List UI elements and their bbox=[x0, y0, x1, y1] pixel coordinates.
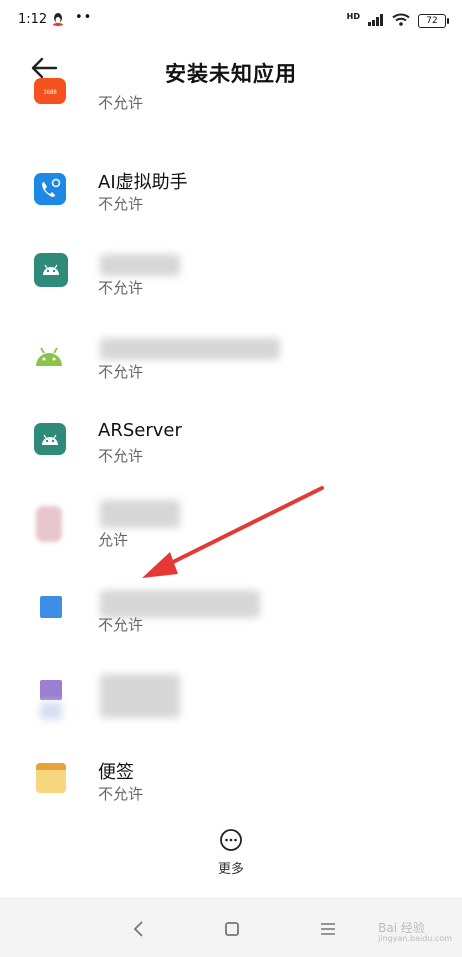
app-status: 不允许 bbox=[98, 447, 144, 465]
hd-icon: HD bbox=[346, 11, 360, 21]
app-row-notes[interactable]: 便签 不允许 bbox=[0, 752, 462, 836]
blurred-app-name bbox=[100, 338, 280, 360]
nav-home-button[interactable] bbox=[220, 917, 244, 941]
app-status: 不允许 bbox=[98, 195, 144, 213]
blurred-app-icon-lower bbox=[40, 702, 62, 720]
status-bar: 1:12 •• HD 72 bbox=[0, 0, 462, 40]
app-status: 不允许 bbox=[98, 616, 144, 634]
app-status: 允许 bbox=[98, 531, 129, 549]
android-robot-icon bbox=[34, 423, 66, 455]
qq-penguin-icon bbox=[52, 12, 64, 29]
app-name: ARServer bbox=[98, 420, 182, 441]
1688-app-icon: 1688 bbox=[34, 78, 66, 104]
nav-menu-button[interactable] bbox=[316, 917, 340, 941]
blurred-app-icon bbox=[40, 596, 62, 618]
app-row-hidden-4[interactable]: 不允许 bbox=[0, 584, 462, 668]
blurred-app-name bbox=[100, 674, 180, 718]
more-dots-icon bbox=[219, 829, 243, 856]
more-label: 更多 bbox=[217, 862, 244, 877]
app-row-hidden-3[interactable]: 允许 bbox=[0, 498, 462, 582]
watermark-line2: jingyan.baidu.com bbox=[378, 934, 452, 943]
blurred-app-name bbox=[100, 500, 180, 528]
navigation-bar: Bai 经验 jingyan.baidu.com bbox=[0, 898, 462, 957]
ai-assistant-phone-icon bbox=[34, 173, 66, 205]
notification-dots: •• bbox=[75, 10, 93, 25]
app-row-1688[interactable]: 1688 不允许 bbox=[0, 78, 462, 168]
app-row-hidden-2[interactable]: 不允许 bbox=[0, 330, 462, 414]
app-status: 不允许 bbox=[98, 279, 144, 297]
wifi-icon bbox=[392, 11, 410, 30]
app-row-ai-assistant[interactable]: AI虚拟助手 不允许 bbox=[0, 162, 462, 246]
notes-icon bbox=[36, 763, 66, 793]
status-time: 1:12 bbox=[18, 12, 48, 27]
app-status: 不允许 bbox=[98, 363, 144, 381]
android-robot-icon bbox=[34, 340, 64, 370]
app-row-arserver[interactable]: ARServer 不允许 bbox=[0, 414, 462, 498]
app-status: 不允许 bbox=[98, 94, 144, 112]
baidu-watermark: Bai 经验 jingyan.baidu.com bbox=[378, 919, 452, 943]
signal-icon bbox=[368, 11, 384, 30]
nav-back-icon bbox=[127, 921, 151, 945]
app-name: AI虚拟助手 bbox=[98, 172, 188, 193]
blurred-app-name bbox=[100, 254, 180, 276]
nav-menu-icon bbox=[316, 923, 340, 945]
app-row-hidden-1[interactable]: 不允许 bbox=[0, 246, 462, 330]
more-button[interactable]: 更多 bbox=[200, 828, 262, 880]
nav-back-button[interactable] bbox=[127, 917, 151, 941]
watermark-line1: Bai 经验 bbox=[378, 921, 425, 935]
nav-home-icon bbox=[220, 922, 244, 945]
app-status: 不允许 bbox=[98, 785, 144, 803]
blurred-app-icon bbox=[36, 506, 62, 542]
app-row-hidden-5[interactable] bbox=[0, 668, 462, 752]
battery-icon: 72 bbox=[418, 13, 449, 28]
android-robot-icon bbox=[34, 253, 68, 287]
app-name: 便签 bbox=[98, 762, 134, 783]
blurred-app-icon bbox=[40, 680, 62, 700]
svg-text:1688: 1688 bbox=[43, 90, 57, 96]
